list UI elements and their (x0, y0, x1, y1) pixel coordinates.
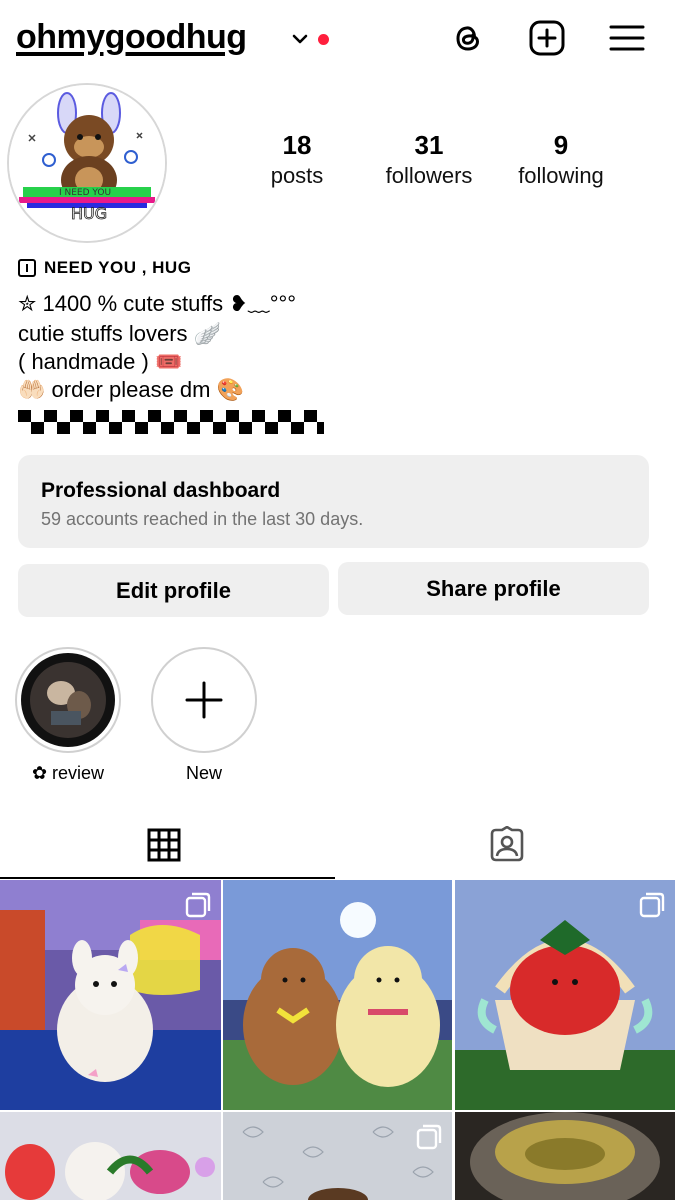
following-number: 9 (553, 130, 569, 160)
edit-profile-button[interactable]: Edit profile (18, 564, 329, 617)
followers-label: followers (385, 163, 473, 188)
bio-category: NEED YOU , HUG (18, 258, 191, 278)
bio-line: 🤲🏻 order please dm 🎨 (18, 377, 244, 402)
post-image (0, 1112, 221, 1200)
bio-line: cutie stuffs lovers 🪽 (18, 321, 222, 346)
followers-number: 31 (414, 130, 444, 160)
top-bar: ohmygoodhug (0, 0, 675, 80)
posts-number: 18 (282, 130, 312, 160)
post-image (223, 880, 452, 1110)
svg-text:I NEED YOU: I NEED YOU (59, 188, 111, 198)
menu-icon[interactable] (608, 19, 646, 57)
post-image (455, 1112, 675, 1200)
post-thumbnail[interactable] (455, 880, 675, 1110)
post-thumbnail[interactable] (455, 1112, 675, 1200)
bio-line: ( handmade ) 🎟️ (18, 349, 183, 374)
highlight-label: ✿ review (31, 763, 105, 783)
posts-label: posts (270, 163, 324, 188)
following-label: following (518, 163, 604, 188)
profile-tabs (0, 818, 675, 880)
post-thumbnail[interactable] (0, 1112, 221, 1200)
multiple-photos-icon (416, 1124, 442, 1150)
dashboard-subtitle: 59 accounts reached in the last 30 days. (41, 509, 364, 529)
plus-icon (185, 681, 223, 719)
followers-count[interactable]: 31 followers (359, 128, 499, 190)
post-thumbnail[interactable] (223, 1112, 452, 1200)
post-thumbnail[interactable] (0, 880, 221, 1110)
multiple-photos-icon (639, 892, 665, 918)
share-profile-button[interactable]: Share profile (338, 562, 649, 615)
highlight-cover (15, 647, 121, 753)
bio-line: ✮ 1400 % cute stuffs ❥﹏°°° (18, 291, 297, 316)
grid-icon[interactable] (147, 828, 181, 862)
username[interactable]: ohmygoodhug (16, 18, 247, 57)
tagged-icon[interactable] (488, 826, 526, 864)
dashboard-title: Professional dashboard (41, 479, 281, 502)
active-tab-indicator (0, 877, 335, 879)
notification-dot (318, 34, 329, 45)
avatar-illustration: I NEED YOU HUG (9, 85, 165, 241)
highlight-review[interactable]: ✿ review (15, 647, 121, 784)
multiple-photos-icon (185, 892, 211, 918)
highlight-new[interactable]: New (151, 647, 257, 784)
review-highlight-image (21, 653, 115, 747)
new-highlight-ring (151, 647, 257, 753)
checkered-divider (18, 410, 324, 434)
posts-count[interactable]: 18 posts (227, 128, 367, 190)
create-post-icon[interactable] (528, 19, 566, 57)
post-thumbnail[interactable] (223, 880, 452, 1110)
threads-icon[interactable] (449, 19, 487, 57)
category-label: NEED YOU , HUG (44, 258, 192, 277)
chevron-down-icon[interactable] (291, 30, 309, 48)
following-count[interactable]: 9 following (491, 128, 631, 190)
highlight-label: New (185, 763, 222, 783)
profile-avatar[interactable]: I NEED YOU HUG (7, 83, 167, 243)
professional-dashboard[interactable]: Professional dashboard 59 accounts reach… (18, 455, 649, 548)
category-icon (18, 259, 36, 277)
svg-text:HUG: HUG (71, 204, 107, 223)
